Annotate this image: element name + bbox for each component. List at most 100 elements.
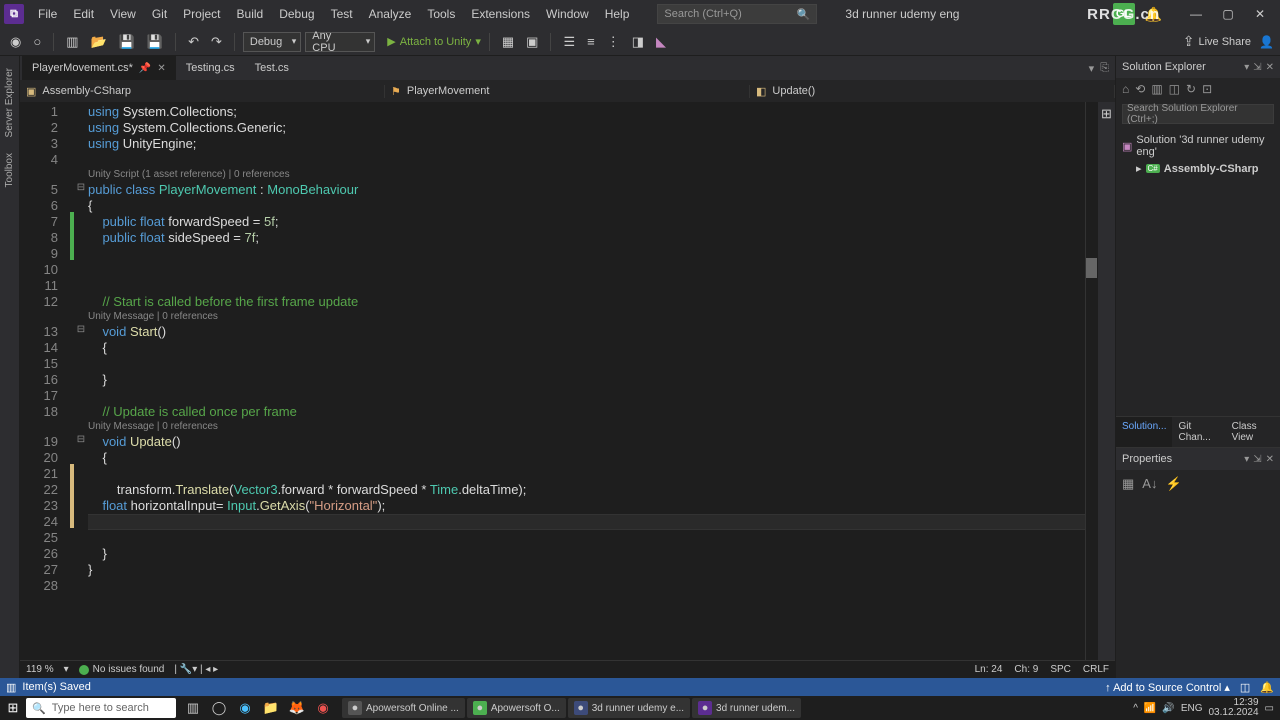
- action-center-icon[interactable]: ▭: [1265, 703, 1274, 714]
- events-icon[interactable]: ⚡: [1165, 476, 1181, 492]
- split-icon[interactable]: ⊞: [1101, 106, 1112, 122]
- nav-project[interactable]: ▣ Assembly-CSharp: [20, 85, 385, 98]
- edge-icon[interactable]: ◉: [234, 698, 256, 718]
- panel-tab-0[interactable]: Solution...: [1116, 417, 1172, 447]
- solution-tree: ▣ Solution '3d runner udemy eng' ▸ C# As…: [1116, 128, 1280, 181]
- notifications-count-icon[interactable]: 🔔: [1260, 681, 1274, 694]
- tabs-options-icon[interactable]: ⎘: [1100, 62, 1109, 75]
- taskbar-search[interactable]: 🔍 Type here to search: [26, 698, 176, 718]
- live-share-button[interactable]: ⇪Live Share: [1183, 33, 1251, 50]
- menu-test[interactable]: Test: [323, 3, 361, 25]
- tab-1[interactable]: Testing.cs: [176, 56, 245, 80]
- repo-icon[interactable]: ◫: [1240, 681, 1250, 694]
- panel-pin-icon[interactable]: ⇲: [1253, 62, 1261, 73]
- code-editor[interactable]: 1234567891011121314151617181920212223242…: [20, 102, 1115, 660]
- explorer-icon[interactable]: 📁: [260, 698, 282, 718]
- start-button[interactable]: ⊞: [2, 698, 24, 718]
- solution-explorer-header: Solution Explorer ▾⇲✕: [1116, 56, 1280, 78]
- prop-close-icon[interactable]: ✕: [1266, 454, 1274, 465]
- tool-icon-3[interactable]: ⊡: [1202, 82, 1212, 96]
- app-icon[interactable]: ◉: [312, 698, 334, 718]
- save-button[interactable]: 💾: [115, 32, 139, 52]
- solution-search[interactable]: Search Solution Explorer (Ctrl+;): [1122, 104, 1274, 124]
- prop-pin-icon[interactable]: ⇲: [1253, 454, 1261, 465]
- clock[interactable]: 12:39 03.12.2024: [1208, 698, 1258, 718]
- redo-button[interactable]: ↷: [207, 32, 226, 52]
- config-select[interactable]: Debug: [243, 32, 301, 52]
- close-button[interactable]: ✕: [1244, 0, 1276, 28]
- menu-extensions[interactable]: Extensions: [463, 3, 538, 25]
- minimize-button[interactable]: —: [1180, 0, 1212, 28]
- solution-node[interactable]: ▣ Solution '3d runner udemy eng': [1122, 132, 1274, 160]
- new-button[interactable]: ▥: [62, 32, 82, 52]
- maximize-button[interactable]: ▢: [1212, 0, 1244, 28]
- panel-tab-2[interactable]: Class View: [1226, 417, 1280, 447]
- panel-close-icon[interactable]: ✕: [1266, 62, 1274, 73]
- wifi-icon[interactable]: 📶: [1144, 703, 1156, 714]
- taskbar-entry-2[interactable]: ●3d runner udemy e...: [568, 698, 690, 718]
- menu-analyze[interactable]: Analyze: [361, 3, 420, 25]
- forward-button[interactable]: ○: [29, 32, 45, 51]
- lang-indicator[interactable]: ENG: [1181, 703, 1203, 714]
- prop-dropdown-icon[interactable]: ▾: [1244, 454, 1249, 465]
- nav-class[interactable]: ⚑ PlayerMovement: [385, 85, 750, 98]
- toolbar-icon-2[interactable]: ▣: [522, 32, 542, 52]
- panel-tab-1[interactable]: Git Chan...: [1172, 417, 1225, 447]
- toolbar-icon-5[interactable]: ⋮: [603, 32, 624, 52]
- menu-git[interactable]: Git: [144, 3, 175, 25]
- toolbar-icon-1[interactable]: ▦: [498, 32, 518, 52]
- vertical-scrollbar[interactable]: [1085, 102, 1097, 660]
- menu-file[interactable]: File: [30, 3, 65, 25]
- taskbar-entry-0[interactable]: ●Apowersoft Online ...: [342, 698, 465, 718]
- search-box[interactable]: Search (Ctrl+Q) 🔍: [657, 4, 817, 24]
- menu-view[interactable]: View: [102, 3, 144, 25]
- taskbar-entry-1[interactable]: ●Apowersoft O...: [467, 698, 566, 718]
- source-control-button[interactable]: ↑ Add to Source Control ▴: [1105, 681, 1230, 694]
- menu-tools[interactable]: Tools: [419, 3, 463, 25]
- toolbar-icon-3[interactable]: ☰: [559, 32, 579, 52]
- open-button[interactable]: 📂: [87, 32, 111, 52]
- sound-icon[interactable]: 🔊: [1162, 703, 1174, 714]
- issues-indicator[interactable]: No issues found: [79, 664, 165, 675]
- bookmark-icon[interactable]: ◣: [652, 32, 670, 52]
- menu-debug[interactable]: Debug: [271, 3, 322, 25]
- categorize-icon[interactable]: ▦: [1122, 476, 1134, 492]
- taskbar-entry-3[interactable]: ●3d runner udem...: [692, 698, 801, 718]
- tool-icon-1[interactable]: ▥: [1151, 82, 1162, 96]
- undo-button[interactable]: ↶: [184, 32, 203, 52]
- attach-unity-button[interactable]: ▶ Attach to Unity ▾: [387, 35, 481, 48]
- refresh-icon[interactable]: ↻: [1186, 82, 1196, 96]
- toolbox-tab[interactable]: Toolbox: [2, 145, 17, 195]
- expand-icon[interactable]: ▸: [1136, 162, 1142, 175]
- home-icon[interactable]: ⌂: [1122, 82, 1129, 96]
- menu-help[interactable]: Help: [597, 3, 638, 25]
- scrollbar-knob[interactable]: [1086, 258, 1097, 278]
- nav-member[interactable]: ◧ Update(): [750, 85, 1115, 98]
- tab-0[interactable]: PlayerMovement.cs*📌✕: [22, 56, 176, 80]
- toolbar-icon-6[interactable]: ◨: [628, 32, 648, 52]
- save-all-button[interactable]: 💾: [143, 32, 167, 52]
- task-view-icon[interactable]: ▥: [182, 698, 204, 718]
- admin-icon[interactable]: 👤: [1259, 35, 1274, 49]
- tab-2[interactable]: Test.cs: [245, 56, 299, 80]
- menu-project[interactable]: Project: [175, 3, 228, 25]
- project-node[interactable]: ▸ C# Assembly-CSharp: [1122, 160, 1274, 177]
- cortana-icon[interactable]: ◯: [208, 698, 230, 718]
- menu-build[interactable]: Build: [229, 3, 272, 25]
- tray-expand-icon[interactable]: ^: [1133, 703, 1138, 714]
- tool-icon-2[interactable]: ◫: [1169, 82, 1180, 96]
- platform-select[interactable]: Any CPU: [305, 32, 375, 52]
- panel-dropdown-icon[interactable]: ▾: [1244, 62, 1249, 73]
- toolbar-icon-4[interactable]: ≡: [583, 32, 599, 51]
- back-button[interactable]: ◉: [6, 32, 25, 52]
- alpha-sort-icon[interactable]: A↓: [1142, 476, 1157, 492]
- pin-icon[interactable]: 📌: [139, 63, 151, 74]
- tabs-dropdown-icon[interactable]: ▾: [1089, 62, 1095, 75]
- menu-edit[interactable]: Edit: [65, 3, 102, 25]
- zoom-level[interactable]: 119 %: [26, 664, 54, 675]
- server-explorer-tab[interactable]: Server Explorer: [2, 60, 17, 145]
- firefox-icon[interactable]: 🦊: [286, 698, 308, 718]
- menu-window[interactable]: Window: [538, 3, 597, 25]
- sync-icon[interactable]: ⟲: [1135, 82, 1145, 96]
- close-tab-icon[interactable]: ✕: [157, 63, 165, 74]
